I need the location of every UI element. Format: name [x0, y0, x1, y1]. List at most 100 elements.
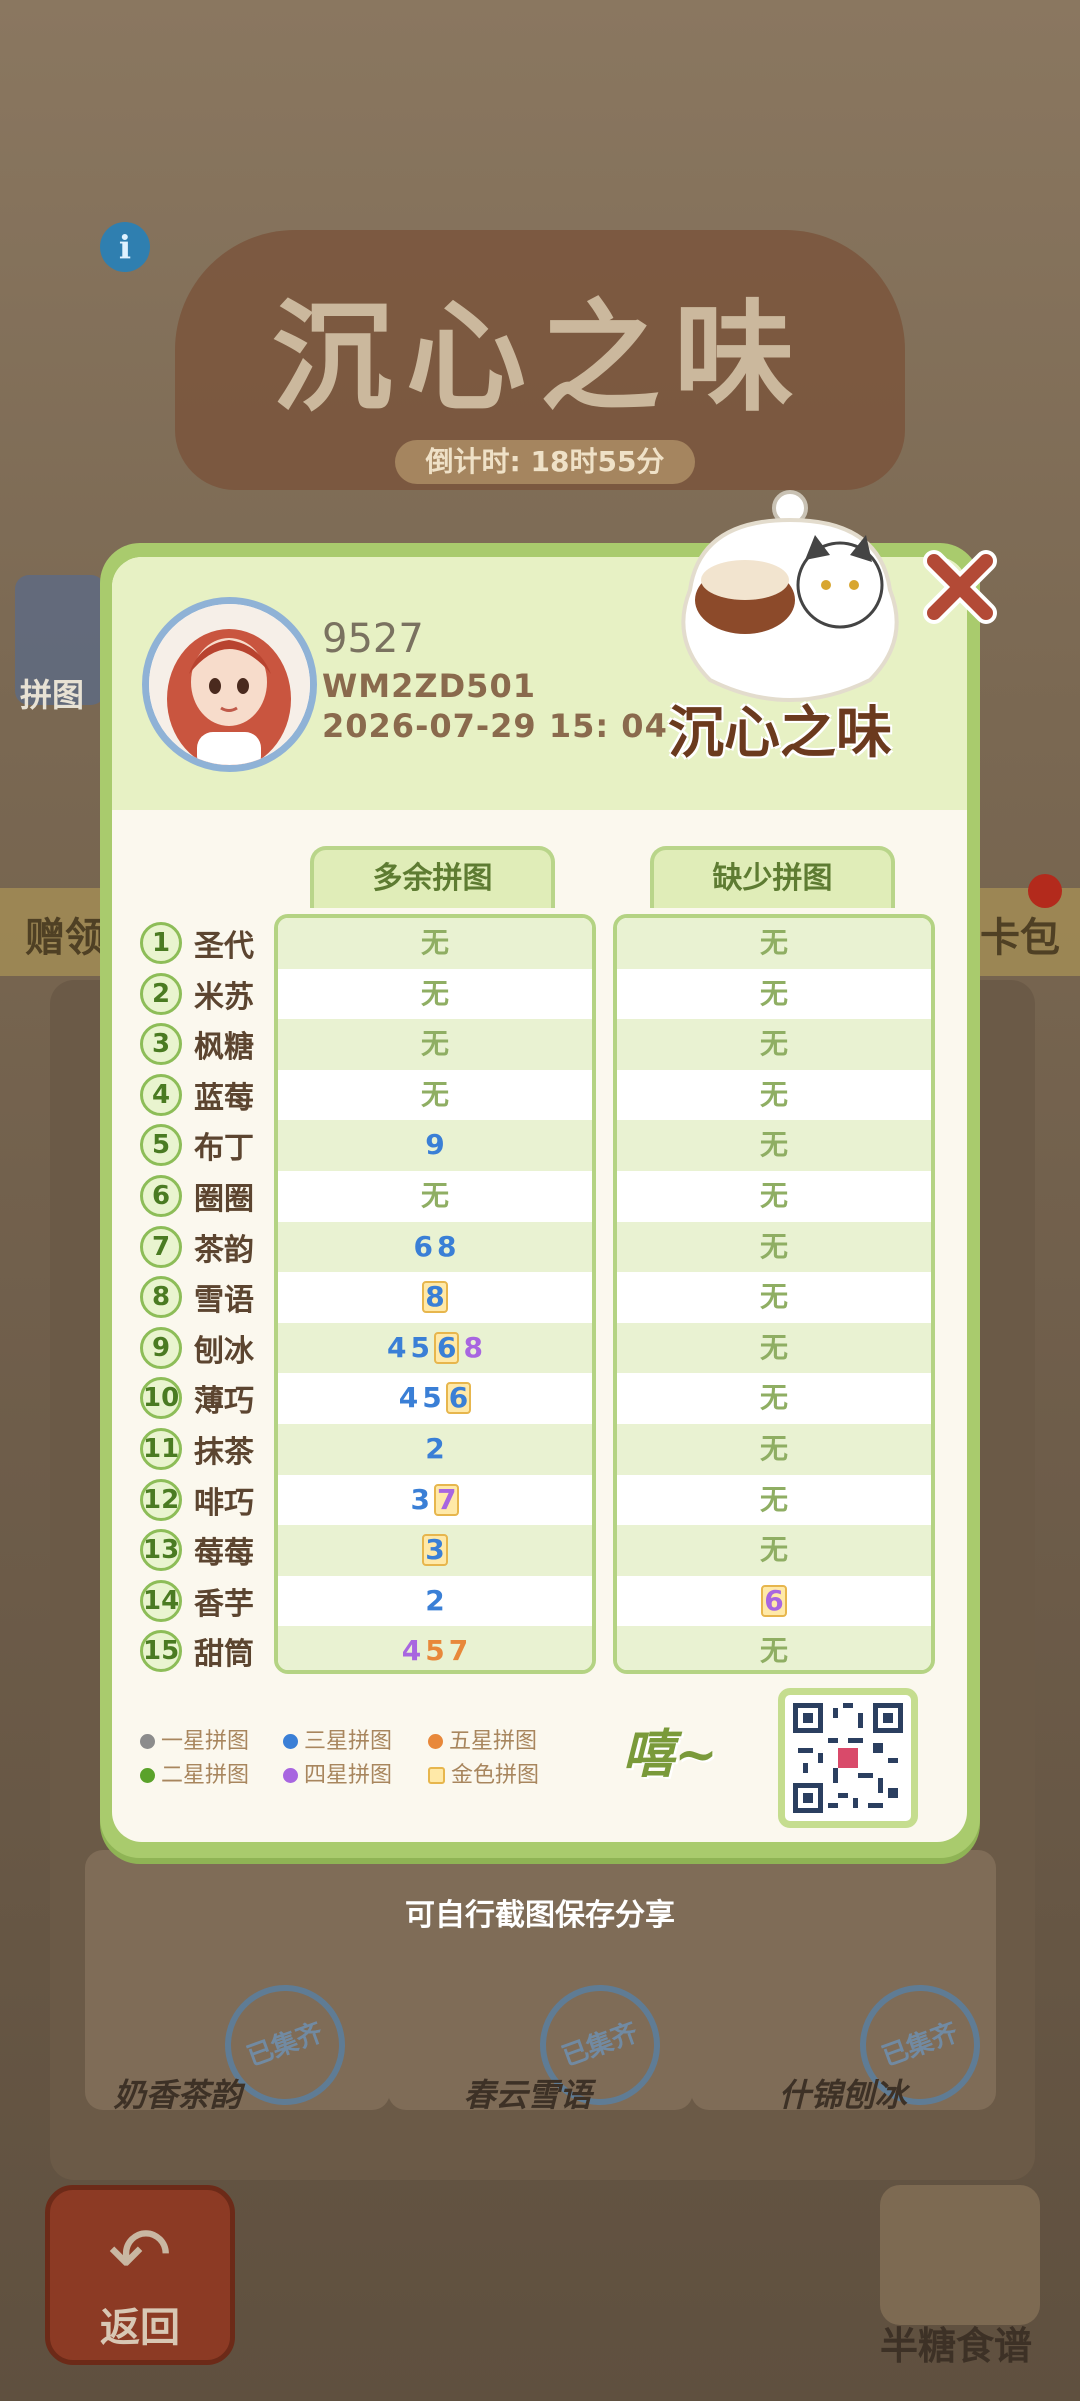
extra-pieces-cell: 无 [278, 1069, 592, 1121]
close-button[interactable] [920, 547, 1000, 627]
missing-pieces-cell: 无 [617, 918, 931, 969]
puzzle-row-label: 9 刨冰 [140, 1323, 254, 1373]
legend-two-star: 二星拼图 [140, 1757, 249, 1789]
none-text: 无 [759, 976, 788, 1010]
blue-dot-icon [283, 1734, 298, 1749]
row-number-badge: 4 [140, 1073, 182, 1116]
album-card-label: 什锦刨冰 [778, 2076, 907, 2114]
legend-label: 二星拼图 [161, 1763, 250, 1788]
player-name: 9527 [322, 616, 424, 662]
none-text: 无 [759, 1381, 788, 1415]
qr-code [778, 1688, 918, 1828]
puzzle-set-name: 圣代 [194, 929, 254, 964]
extra-pieces-column: 无无无无9无688456845623732457 [274, 914, 596, 1674]
puzzle-set-name: 香芋 [194, 1586, 254, 1622]
piece-number: 6 [413, 1229, 433, 1263]
row-number-badge: 8 [140, 1276, 182, 1319]
legend-label: 三星拼图 [304, 1729, 393, 1754]
notification-dot [1028, 874, 1062, 908]
puzzle-row-label: 2 米苏 [140, 969, 254, 1019]
missing-pieces-cell: 无 [617, 1474, 931, 1526]
none-text: 无 [759, 1280, 788, 1314]
puzzle-set-name: 莓莓 [194, 1536, 254, 1572]
extra-pieces-cell: 3 [278, 1525, 592, 1576]
puzzle-set-name: 刨冰 [194, 1333, 254, 1369]
legend-label: 金色拼图 [451, 1763, 540, 1788]
none-text: 无 [759, 1634, 788, 1668]
legend-label: 一星拼图 [161, 1729, 250, 1754]
piece-number: 8 [463, 1330, 483, 1364]
missing-pieces-cell: 6 [617, 1575, 931, 1627]
extra-pieces-cell: 4568 [278, 1322, 592, 1374]
qr-code-icon [793, 1703, 903, 1813]
piece-number: 7 [434, 1483, 460, 1516]
row-number-badge: 14 [140, 1579, 182, 1622]
shelf-left-label[interactable]: 赠领 [25, 905, 105, 963]
puzzle-row-label: 4 蓝莓 [140, 1070, 254, 1120]
event-title: 沉心之味 [272, 287, 808, 428]
extra-pieces-cell: 456 [278, 1373, 592, 1424]
row-number-badge: 12 [140, 1478, 182, 1521]
none-text: 无 [759, 1330, 788, 1364]
missing-pieces-cell: 无 [617, 968, 931, 1020]
puzzle-row-label: 5 布丁 [140, 1120, 254, 1170]
missing-pieces-cell: 无 [617, 1272, 931, 1323]
none-text: 无 [420, 1077, 449, 1111]
close-icon [923, 550, 997, 624]
puzzle-set-name: 甜筒 [194, 1637, 254, 1673]
none-text: 无 [420, 926, 449, 959]
extra-pieces-cell: 457 [278, 1626, 592, 1670]
album-card-label: 奶香茶韵 [113, 2076, 242, 2114]
missing-pieces-cell: 无 [617, 1373, 931, 1424]
missing-pieces-header: 缺少拼图 [650, 846, 895, 908]
puzzle-row-label: 3 枫糖 [140, 1019, 254, 1069]
extra-pieces-cell: 2 [278, 1423, 592, 1475]
legend-three-star: 三星拼图 [283, 1723, 392, 1755]
legend-label: 五星拼图 [449, 1729, 538, 1754]
piece-number: 8 [437, 1229, 457, 1263]
puzzle-row-label: 1 圣代 [140, 918, 254, 968]
row-number-badge: 2 [140, 972, 182, 1015]
puzzle-set-name: 薄巧 [194, 1384, 254, 1420]
missing-pieces-cell: 无 [617, 1069, 931, 1121]
missing-pieces-column: 无无无无无无无无无无无无无6无 [613, 914, 935, 1674]
piece-number: 3 [422, 1534, 448, 1567]
none-text: 无 [759, 1482, 788, 1516]
extra-pieces-cell: 无 [278, 1019, 592, 1070]
puzzle-row-label: 7 茶韵 [140, 1222, 254, 1272]
extra-pieces-cell: 9 [278, 1120, 592, 1171]
purple-dot-icon [283, 1768, 298, 1783]
back-button[interactable]: ↶ 返回 [45, 2185, 235, 2365]
legend-four-star: 四星拼图 [283, 1757, 392, 1789]
piece-number: 6 [445, 1382, 472, 1415]
piece-number: 5 [410, 1330, 430, 1364]
legend-label: 四星拼图 [304, 1763, 393, 1788]
legend-one-star: 一星拼图 [140, 1723, 249, 1755]
missing-pieces-cell: 无 [617, 1019, 931, 1070]
missing-pieces-cell: 无 [617, 1525, 931, 1576]
green-dot-icon [140, 1768, 155, 1783]
none-text: 无 [759, 1077, 788, 1111]
row-number-badge: 7 [140, 1225, 182, 1268]
puzzle-row-label: 6 圈圈 [140, 1171, 254, 1221]
puzzle-row-label: 11 抹茶 [140, 1424, 254, 1474]
row-number-badge: 15 [140, 1630, 182, 1673]
puzzle-side-label: 拼图 [20, 676, 85, 714]
missing-pieces-cell: 无 [617, 1170, 931, 1222]
event-logo-text: 沉心之味 [668, 700, 892, 766]
none-text: 无 [759, 926, 788, 959]
none-text: 无 [759, 1533, 788, 1567]
none-text: 无 [759, 1229, 788, 1263]
piece-number: 8 [422, 1281, 448, 1314]
extra-pieces-cell: 8 [278, 1272, 592, 1323]
piece-number: 4 [401, 1634, 422, 1668]
missing-pieces-cell: 无 [617, 1120, 931, 1171]
extra-pieces-cell: 68 [278, 1221, 592, 1273]
row-number-badge: 1 [140, 922, 182, 964]
piece-number: 9 [425, 1128, 445, 1162]
recipe-menu-icon[interactable] [880, 2185, 1040, 2325]
recipe-label[interactable]: 半糖食谱 [880, 2315, 1032, 2370]
shelf-right-label[interactable]: 卡包 [980, 905, 1060, 963]
piece-number: 3 [410, 1482, 430, 1516]
info-icon[interactable]: i [100, 222, 150, 272]
